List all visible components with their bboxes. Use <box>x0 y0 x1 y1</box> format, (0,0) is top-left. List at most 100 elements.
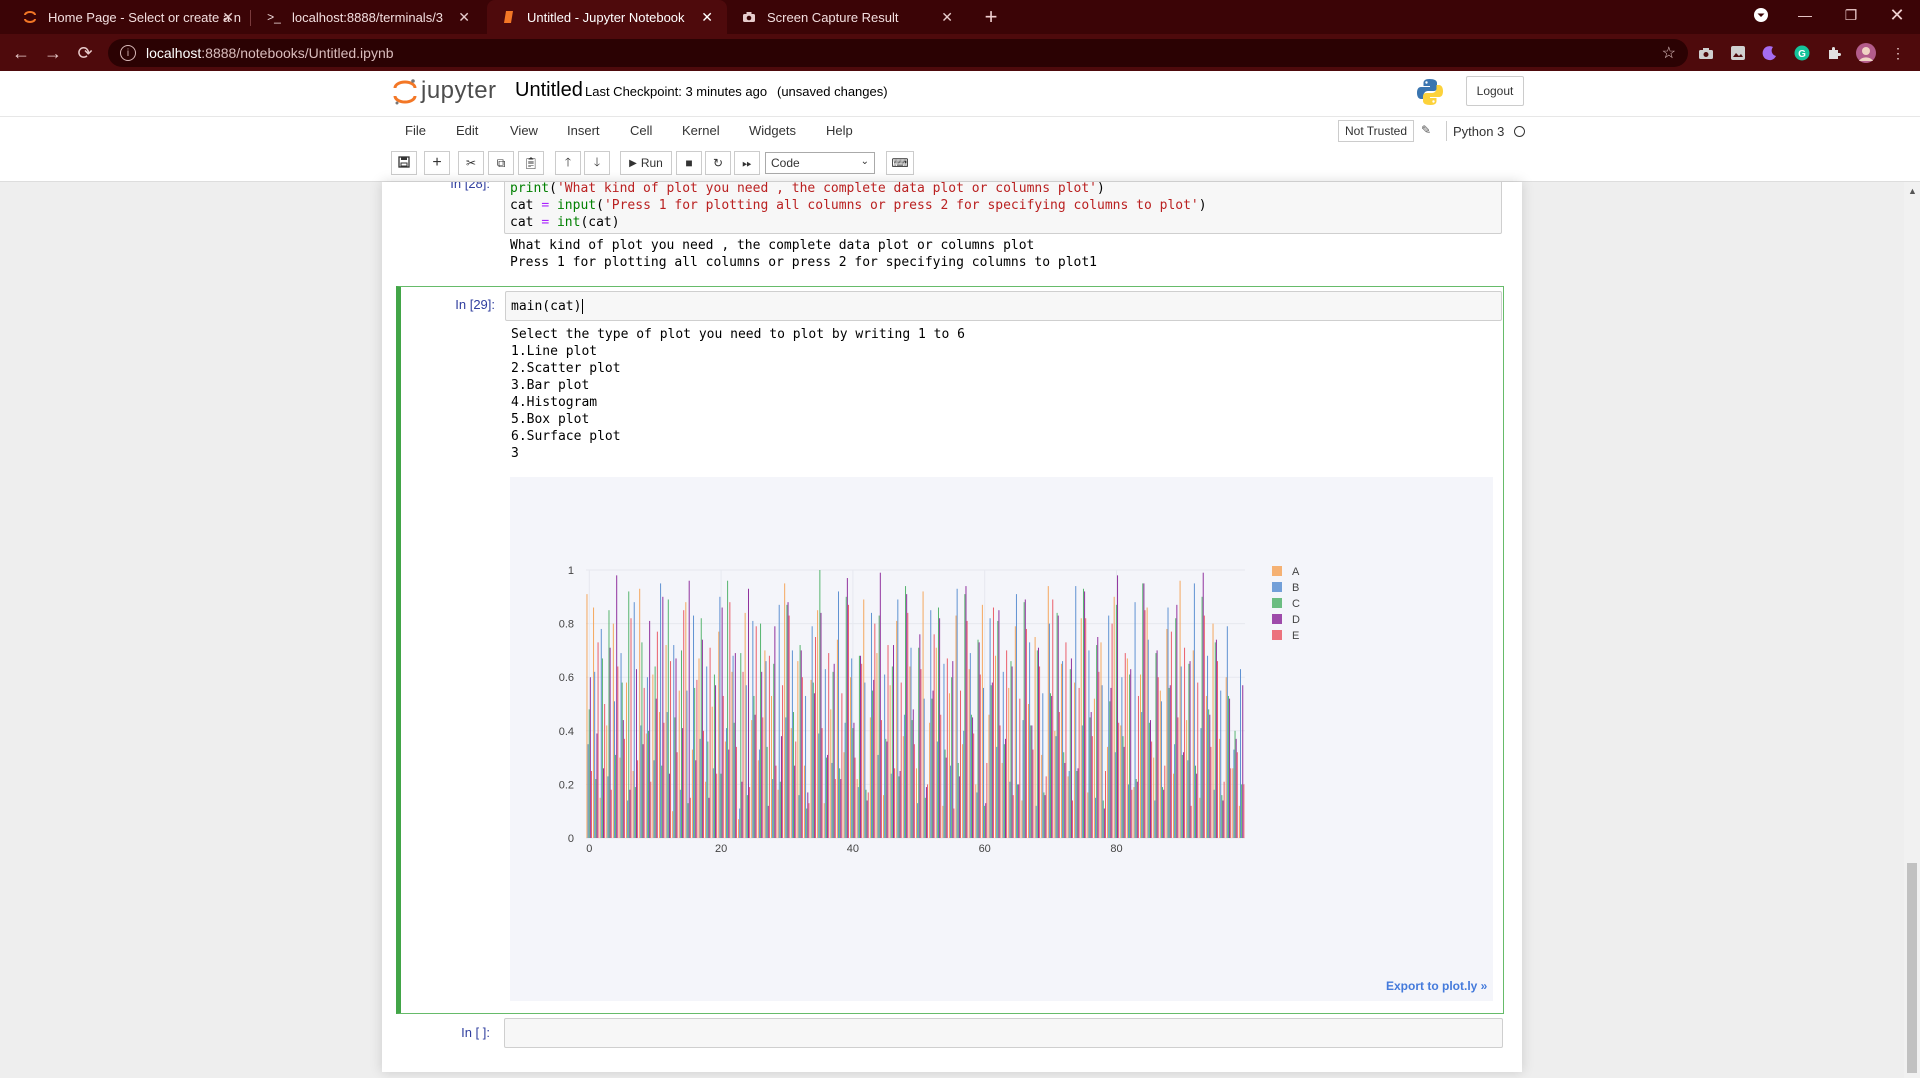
jupyter-logo[interactable]: jupyter <box>393 77 497 105</box>
image-extension-icon[interactable] <box>1728 43 1748 63</box>
bar-B <box>1154 800 1156 838</box>
move-down-button[interactable]: 🡓 <box>584 151 610 175</box>
insert-cell-button[interactable]: + <box>424 151 450 175</box>
grammarly-icon[interactable]: G <box>1792 43 1812 63</box>
bar-B <box>1048 623 1050 838</box>
dark-mode-extension-icon[interactable] <box>1760 43 1780 63</box>
code-input-29[interactable]: main(cat)​ <box>505 291 1502 321</box>
menu-widgets[interactable]: Widgets <box>749 123 796 138</box>
profile-menu-icon[interactable] <box>1738 0 1784 30</box>
menu-file[interactable]: File <box>405 123 426 138</box>
cut-button[interactable]: ✂ <box>458 151 484 175</box>
browser-tab-home[interactable]: Home Page - Select or create a n ✕ <box>8 0 248 34</box>
bar-A <box>738 819 740 838</box>
bar-C <box>839 768 841 838</box>
browser-tab-capture[interactable]: Screen Capture Result ✕ <box>727 0 967 34</box>
forward-icon[interactable]: → <box>40 40 66 66</box>
chart-legend[interactable]: ABCDE <box>1272 566 1300 642</box>
close-icon[interactable]: ✕ <box>458 9 470 26</box>
cell-type-select[interactable]: Code ⌄ <box>765 152 875 174</box>
site-info-icon[interactable]: i <box>120 45 136 61</box>
code-input-empty[interactable] <box>504 1018 1503 1048</box>
plotly-figure[interactable]: 0 0.2 0.4 0.6 0.8 1 0 20 40 60 80 ABCDE Export to … <box>510 477 1493 1001</box>
menu-kernel[interactable]: Kernel <box>682 123 720 138</box>
bar-E <box>801 677 803 838</box>
bar-D <box>721 607 723 838</box>
new-tab-button[interactable]: + <box>978 4 1004 30</box>
bar-E <box>1236 752 1238 838</box>
bar-C <box>799 645 801 838</box>
bar-E <box>762 717 764 838</box>
bar-A <box>731 671 733 838</box>
bar-E <box>670 661 672 838</box>
bar-B <box>778 604 780 838</box>
menu-help[interactable]: Help <box>826 123 853 138</box>
paste-button[interactable]: 📋︎ <box>518 151 544 175</box>
extensions-puzzle-icon[interactable] <box>1824 43 1844 63</box>
run-button[interactable]: ▶ Run <box>620 151 672 175</box>
browser-menu-icon[interactable]: ⋮ <box>1888 43 1908 63</box>
bar-D <box>939 618 941 838</box>
kernel-name[interactable]: Python 3 <box>1446 121 1504 141</box>
close-icon[interactable]: ✕ <box>701 9 713 26</box>
address-bar[interactable]: i localhost:8888/notebooks/Untitled.ipyn… <box>108 39 1688 67</box>
copy-button[interactable]: ⧉ <box>488 151 514 175</box>
move-up-button[interactable]: 🡑 <box>555 151 581 175</box>
save-button[interactable] <box>391 151 417 175</box>
restart-button[interactable]: ↻ <box>705 151 731 175</box>
bar-A <box>751 720 753 838</box>
bar-B <box>666 712 668 838</box>
bar-B <box>1121 677 1123 838</box>
bar-E <box>689 797 691 838</box>
bar-B <box>1035 805 1037 838</box>
browser-tab-notebook[interactable]: Untitled - Jupyter Notebook ✕ <box>487 0 727 34</box>
bar-B <box>1226 626 1228 838</box>
command-palette-button[interactable]: ⌨ <box>886 151 914 175</box>
bar-B <box>950 765 952 838</box>
copy-icon: ⧉ <box>496 155 506 170</box>
scrollbar-thumb[interactable] <box>1907 863 1917 1073</box>
bar-D <box>1163 789 1165 838</box>
close-icon[interactable]: ✕ <box>941 9 953 26</box>
trust-button[interactable]: Not Trusted <box>1338 120 1415 142</box>
page-scrollbar[interactable]: ▲ <box>1904 182 1920 1078</box>
close-window-icon[interactable]: ✕ <box>1874 0 1920 30</box>
export-plotly-link[interactable]: Export to plot.ly » <box>1386 979 1487 993</box>
bar-D <box>1077 768 1079 838</box>
browser-tab-terminal[interactable]: >_ localhost:8888/terminals/3 ✕ <box>252 0 484 34</box>
menu-view[interactable]: View <box>510 123 538 138</box>
minimize-icon[interactable]: — <box>1782 0 1828 30</box>
bar-A <box>1028 704 1029 838</box>
bookmark-star-icon[interactable]: ☆ <box>1662 43 1676 63</box>
bar-C <box>727 580 729 838</box>
logout-button[interactable]: Logout <box>1466 76 1524 106</box>
bar-D <box>780 736 782 838</box>
menu-cell[interactable]: Cell <box>630 123 652 138</box>
bar-B <box>693 615 695 838</box>
bar-C <box>779 781 781 838</box>
bar-E <box>1184 647 1186 838</box>
bar-B <box>1233 749 1235 838</box>
close-icon[interactable]: ✕ <box>222 9 234 26</box>
bar-E <box>828 653 830 838</box>
bar-E <box>683 610 685 838</box>
camera-extension-icon[interactable] <box>1696 43 1716 63</box>
bar-E <box>1197 682 1199 838</box>
interrupt-button[interactable]: ■ <box>676 151 702 175</box>
bar-A <box>1219 738 1221 838</box>
restore-icon[interactable]: ❐ <box>1828 0 1874 30</box>
restart-run-all-button[interactable]: ⏩︎ <box>734 151 760 175</box>
scroll-up-icon[interactable]: ▲ <box>1908 186 1917 196</box>
bar-E <box>749 787 751 838</box>
avatar[interactable] <box>1856 43 1876 63</box>
back-icon[interactable]: ← <box>8 40 34 66</box>
menu-insert[interactable]: Insert <box>567 123 600 138</box>
bar-E <box>1177 717 1179 838</box>
reload-icon[interactable]: ⟳ <box>72 40 98 66</box>
code-input-28[interactable]: print('What kind of plot you need , the … <box>504 182 1502 234</box>
bar-B <box>910 647 912 838</box>
notebook-name[interactable]: Untitled <box>515 79 583 102</box>
menu-edit[interactable]: Edit <box>456 123 478 138</box>
legend-label: E <box>1292 630 1299 642</box>
bar-B <box>897 599 899 838</box>
